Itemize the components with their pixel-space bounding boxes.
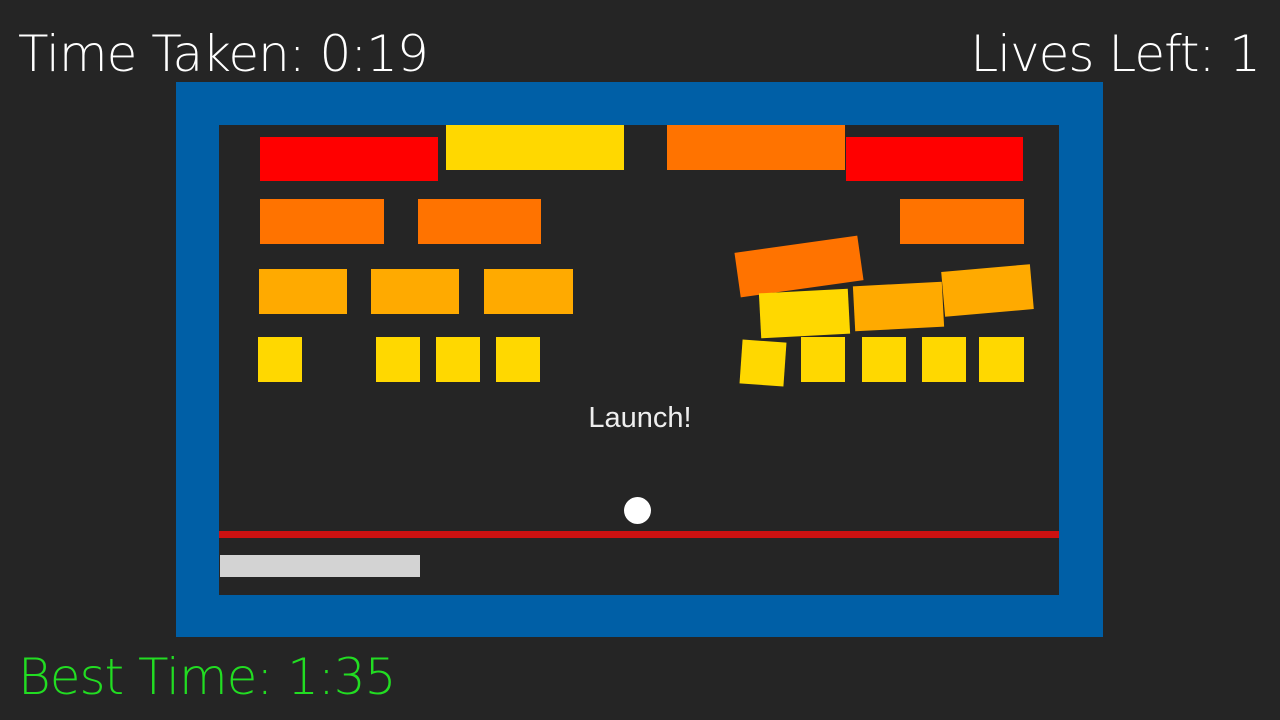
- brick: [496, 337, 540, 382]
- brick: [758, 288, 851, 339]
- lives-left-readout: Lives Left: 1: [970, 25, 1261, 83]
- brick: [436, 337, 480, 382]
- brick: [739, 339, 787, 387]
- brick: [941, 264, 1034, 317]
- brick: [371, 269, 459, 314]
- brick: [852, 281, 945, 332]
- brick: [846, 137, 1023, 181]
- brick: [900, 199, 1024, 244]
- brick: [376, 337, 420, 382]
- ball: [624, 497, 651, 524]
- brick: [667, 125, 845, 170]
- brick: [862, 337, 906, 382]
- brick: [418, 199, 541, 244]
- brick: [979, 337, 1024, 382]
- brick: [260, 137, 438, 181]
- brick: [801, 337, 845, 382]
- brick: [260, 199, 384, 244]
- brick: [259, 269, 347, 314]
- best-time-readout: Best Time: 1:35: [18, 648, 396, 706]
- brick: [446, 125, 624, 170]
- brick: [922, 337, 966, 382]
- launch-prompt: Launch!: [588, 402, 692, 434]
- brick: [258, 337, 302, 382]
- time-taken-readout: Time Taken: 0:19: [18, 25, 429, 83]
- paddle[interactable]: [220, 555, 420, 577]
- danger-line: [219, 531, 1059, 538]
- brick: [484, 269, 573, 314]
